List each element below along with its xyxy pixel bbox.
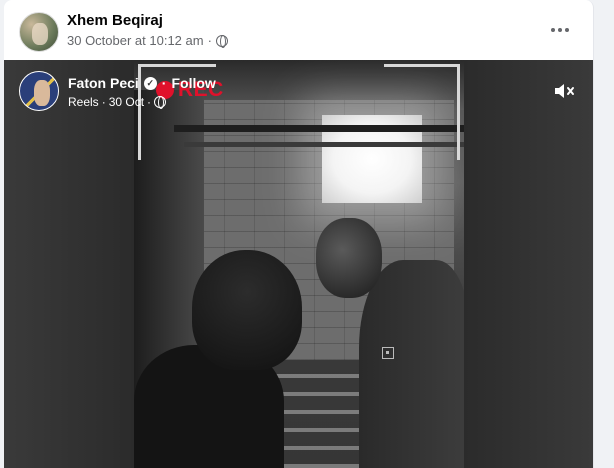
- more-options-icon[interactable]: [548, 18, 572, 42]
- follow-button[interactable]: Follow: [171, 75, 215, 91]
- video-blur-right: [464, 60, 593, 468]
- post-meta: 30 October at 10:12 am ·: [67, 33, 228, 48]
- verified-badge-icon: ✓: [143, 76, 157, 90]
- person-right-body: [359, 260, 464, 468]
- reel-date[interactable]: 30 Oct: [109, 95, 144, 109]
- viewfinder-corner-top-right: [384, 64, 460, 160]
- post-author-name[interactable]: Xhem Beqiraj: [67, 12, 163, 29]
- post-date[interactable]: 30 October at 10:12 am: [67, 33, 204, 48]
- post-header: Xhem Beqiraj 30 October at 10:12 am ·: [4, 0, 593, 60]
- post-meta-separator: ·: [207, 33, 212, 48]
- reel-meta: Reels · 30 Oct ·: [68, 95, 167, 109]
- person-left-head: [192, 250, 302, 370]
- follow-separator: ·: [161, 75, 167, 91]
- focus-square-icon: [382, 347, 394, 359]
- reel-meta-separator: ·: [101, 95, 106, 109]
- reel-author-line: Faton Peci ✓ · Follow: [68, 75, 216, 91]
- reel-date-separator: ·: [147, 95, 152, 109]
- post-card: Xhem Beqiraj 30 October at 10:12 am · RE…: [4, 0, 594, 468]
- reel-video[interactable]: REC Faton Peci ✓ · Follow Reels · 30 Oct…: [4, 60, 593, 468]
- globe-icon: [215, 34, 228, 48]
- reel-author-avatar[interactable]: [19, 71, 59, 111]
- reel-globe-icon: [154, 96, 167, 109]
- reel-source[interactable]: Reels: [68, 95, 99, 109]
- muted-speaker-icon[interactable]: [552, 79, 576, 103]
- video-blur-left: [4, 60, 134, 468]
- person-right-head: [316, 218, 382, 298]
- author-avatar[interactable]: [19, 12, 59, 52]
- reel-author-name[interactable]: Faton Peci: [68, 75, 139, 91]
